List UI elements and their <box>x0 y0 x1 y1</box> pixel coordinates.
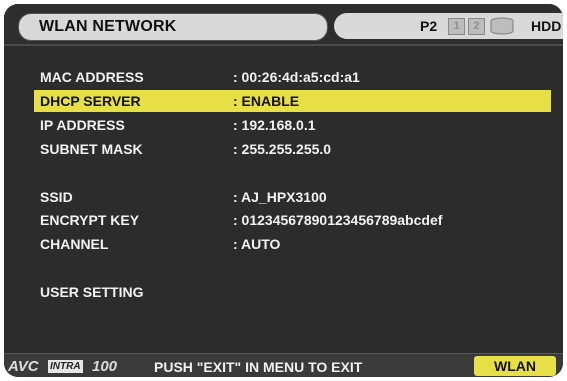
setting-label: IP ADDRESS <box>40 117 125 133</box>
setting-row-dhcp-server[interactable]: DHCP SERVER : ENABLE <box>34 90 551 112</box>
setting-value: : 255.255.255.0 <box>233 141 332 157</box>
setting-value: : 01234567890123456789abcdef <box>233 212 443 228</box>
p2-label: P2 <box>420 18 438 34</box>
setting-row-ip-address[interactable]: IP ADDRESS : 192.168.0.1 <box>34 114 551 136</box>
setting-value: : AUTO <box>233 236 281 252</box>
setting-row-user-setting[interactable]: USER SETTING <box>34 281 551 303</box>
menu-title-bar: WLAN NETWORK <box>18 13 328 41</box>
wlan-mode-button[interactable]: WLAN <box>474 356 556 376</box>
drive-cylinder-icon <box>490 17 514 35</box>
camera-lcd-screen: WLAN NETWORK P2 1 2 HDD MAC ADDRESS : 00… <box>4 4 563 377</box>
setting-row-subnet-mask[interactable]: SUBNET MASK : 255.255.255.0 <box>34 138 551 160</box>
setting-label: MAC ADDRESS <box>40 69 144 85</box>
setting-label: USER SETTING <box>40 284 144 300</box>
status-footer: AVC INTRA 100 PUSH "EXIT" IN MENU TO EXI… <box>4 353 563 377</box>
slot-2-indicator: 2 <box>468 18 485 35</box>
codec-avc-logo: AVC <box>8 358 39 375</box>
page-title: WLAN NETWORK <box>39 18 177 35</box>
media-status-bar: P2 1 2 HDD <box>334 13 563 39</box>
setting-value: : ENABLE <box>233 93 300 109</box>
setting-label: CHANNEL <box>40 236 109 252</box>
setting-row-mac-address: MAC ADDRESS : 00:26:4d:a5:cd:a1 <box>34 66 551 88</box>
setting-label: SSID <box>40 189 73 205</box>
codec-intra-badge: INTRA <box>48 360 83 373</box>
exit-instruction: PUSH "EXIT" IN MENU TO EXIT <box>154 359 363 375</box>
setting-row-ssid[interactable]: SSID : AJ_HPX3100 <box>34 186 551 208</box>
setting-label: DHCP SERVER <box>40 93 141 109</box>
setting-label: SUBNET MASK <box>40 141 143 157</box>
setting-row-encrypt-key[interactable]: ENCRYPT KEY : 01234567890123456789abcdef <box>34 209 551 231</box>
setting-value: : 192.168.0.1 <box>233 117 316 133</box>
hdd-label: HDD <box>531 18 562 34</box>
slot-1-indicator: 1 <box>448 18 465 35</box>
menu-header: WLAN NETWORK P2 1 2 HDD <box>4 4 563 46</box>
setting-label: ENCRYPT KEY <box>40 212 140 228</box>
setting-row-channel[interactable]: CHANNEL : AUTO <box>34 233 551 255</box>
codec-rate-label: 100 <box>92 358 118 375</box>
setting-value: : AJ_HPX3100 <box>233 189 327 205</box>
setting-value: : 00:26:4d:a5:cd:a1 <box>233 69 360 85</box>
